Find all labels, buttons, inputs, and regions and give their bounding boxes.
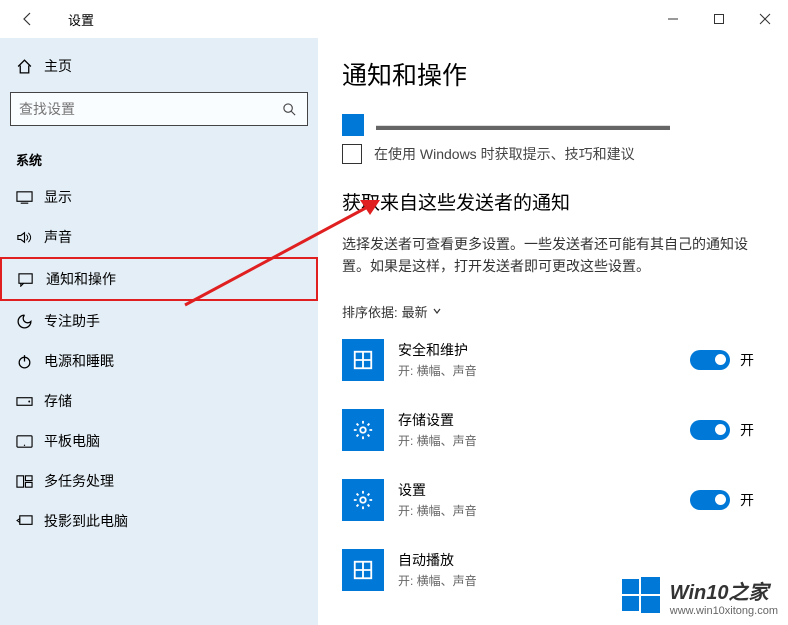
close-button[interactable] (742, 1, 788, 37)
sidebar-item-label: 平板电脑 (44, 431, 302, 451)
storage-icon (16, 395, 44, 408)
window-title: 设置 (68, 10, 94, 29)
sidebar: 主页 系统 显示 声音 通知和操作 专注助手 电源和 (0, 38, 318, 625)
windows-logo-icon (620, 575, 662, 617)
back-button[interactable] (10, 1, 46, 37)
sender-item[interactable]: 存储设置 开: 横幅、声音 开 (342, 409, 764, 451)
sender-item[interactable]: 设置 开: 横幅、声音 开 (342, 479, 764, 521)
tablet-icon (16, 434, 44, 449)
sidebar-item-label: 投影到此电脑 (44, 511, 302, 531)
section-title: 获取来自这些发送者的通知 (342, 188, 764, 215)
watermark-url: www.win10xitong.com (670, 605, 778, 617)
security-icon (342, 339, 384, 381)
sound-icon (16, 230, 44, 245)
home-icon (16, 58, 44, 75)
toggle-switch[interactable] (690, 420, 730, 440)
maximize-button[interactable] (696, 1, 742, 37)
sender-sub: 开: 横幅、声音 (398, 502, 690, 519)
sidebar-item-power[interactable]: 电源和睡眠 (0, 341, 318, 381)
section-description: 选择发送者可查看更多设置。一些发送者还可能有其自己的通知设置。如果是这样，打开发… (342, 233, 764, 278)
sidebar-item-label: 声音 (44, 227, 302, 247)
sender-list: 安全和维护 开: 横幅、声音 开 存储设置 开: 横幅、声音 开 (342, 339, 764, 591)
sidebar-item-focus[interactable]: 专注助手 (0, 301, 318, 341)
main-content: 通知和操作 ▬▬▬▬▬▬▬▬▬▬▬▬▬▬▬▬▬▬▬▬▬ 在使用 Windows … (318, 38, 788, 625)
sidebar-home[interactable]: 主页 (0, 46, 318, 86)
focus-icon (16, 313, 44, 330)
toggle-label: 开 (740, 420, 754, 440)
sidebar-item-notifications[interactable]: 通知和操作 (0, 257, 318, 301)
watermark: Win10之家 www.win10xitong.com (620, 575, 778, 617)
sidebar-item-multitasking[interactable]: 多任务处理 (0, 461, 318, 501)
sidebar-item-label: 主页 (44, 56, 302, 76)
toggle-label: 开 (740, 490, 754, 510)
search-icon (279, 102, 299, 117)
power-icon (16, 353, 44, 370)
toggle-switch[interactable] (690, 490, 730, 510)
watermark-title: Win10之家 (670, 576, 778, 605)
checkbox-label: 在使用 Windows 时获取提示、技巧和建议 (374, 144, 635, 164)
checkbox-row-top[interactable]: ▬▬▬▬▬▬▬▬▬▬▬▬▬▬▬▬▬▬▬▬▬ (342, 114, 764, 136)
sidebar-item-storage[interactable]: 存储 (0, 381, 318, 421)
gear-icon (342, 409, 384, 451)
checkbox-label-obscured: ▬▬▬▬▬▬▬▬▬▬▬▬▬▬▬▬▬▬▬▬▬ (376, 117, 670, 133)
sidebar-item-label: 多任务处理 (44, 471, 302, 491)
sidebar-item-label: 存储 (44, 391, 302, 411)
sender-sub: 开: 横幅、声音 (398, 432, 690, 449)
toggle-switch[interactable] (690, 350, 730, 370)
sort-label: 排序依据: (342, 302, 398, 321)
sender-name: 自动播放 (398, 550, 764, 570)
sidebar-section-header: 系统 (0, 138, 318, 177)
notification-icon (18, 272, 46, 287)
sender-sub: 开: 横幅、声音 (398, 362, 690, 379)
gear-icon (342, 479, 384, 521)
sidebar-item-display[interactable]: 显示 (0, 177, 318, 217)
window-controls (650, 1, 788, 37)
minimize-button[interactable] (650, 1, 696, 37)
page-title: 通知和操作 (342, 56, 764, 92)
sidebar-item-label: 显示 (44, 187, 302, 207)
sender-name: 安全和维护 (398, 340, 690, 360)
sidebar-item-tablet[interactable]: 平板电脑 (0, 421, 318, 461)
search-input[interactable] (19, 101, 279, 117)
autoplay-icon (342, 549, 384, 591)
sidebar-item-label: 电源和睡眠 (44, 351, 302, 371)
sort-dropdown[interactable]: 排序依据: 最新 (342, 302, 764, 321)
sort-value: 最新 (402, 302, 428, 321)
sender-name: 存储设置 (398, 410, 690, 430)
multitasking-icon (16, 474, 44, 489)
titlebar: 设置 (0, 0, 788, 38)
checkbox-unchecked[interactable] (342, 144, 362, 164)
sidebar-item-label: 通知和操作 (46, 269, 300, 289)
toggle-label: 开 (740, 350, 754, 370)
projecting-icon (16, 514, 44, 529)
checkbox-row-tips[interactable]: 在使用 Windows 时获取提示、技巧和建议 (342, 144, 764, 164)
search-box[interactable] (10, 92, 308, 126)
sender-name: 设置 (398, 480, 690, 500)
sidebar-item-sound[interactable]: 声音 (0, 217, 318, 257)
sidebar-item-label: 专注助手 (44, 311, 302, 331)
checkbox-checked[interactable] (342, 114, 364, 136)
chevron-down-icon (432, 304, 442, 319)
sidebar-item-projecting[interactable]: 投影到此电脑 (0, 501, 318, 541)
sender-item[interactable]: 安全和维护 开: 横幅、声音 开 (342, 339, 764, 381)
display-icon (16, 190, 44, 205)
